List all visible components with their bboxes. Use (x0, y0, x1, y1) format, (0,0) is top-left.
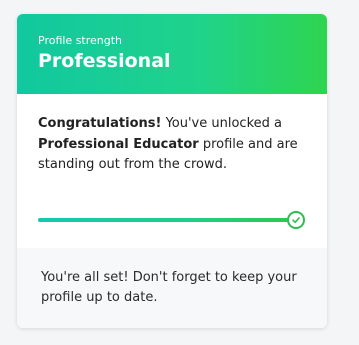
level-name: Professional Educator (38, 136, 199, 152)
card-footer: You're all set! Don't forget to keep you… (17, 248, 327, 328)
profile-strength-card: Profile strength Professional Congratula… (17, 14, 327, 328)
progress-fill (38, 218, 298, 222)
message-text-1: You've unlocked a (161, 116, 282, 131)
header-kicker: Profile strength (38, 34, 123, 47)
profile-progress-bar (38, 210, 308, 230)
check-icon (292, 217, 300, 224)
card-header: Profile strength Professional (17, 14, 327, 94)
congrats-heading: Congratulations! (38, 116, 162, 131)
progress-track (38, 218, 298, 222)
congrats-message: Congratulations! You've unlocked a Profe… (38, 114, 318, 176)
profile-level-title: Professional (38, 50, 171, 72)
check-circle-icon (287, 211, 305, 229)
footer-message: You're all set! Don't forget to keep you… (41, 270, 297, 305)
